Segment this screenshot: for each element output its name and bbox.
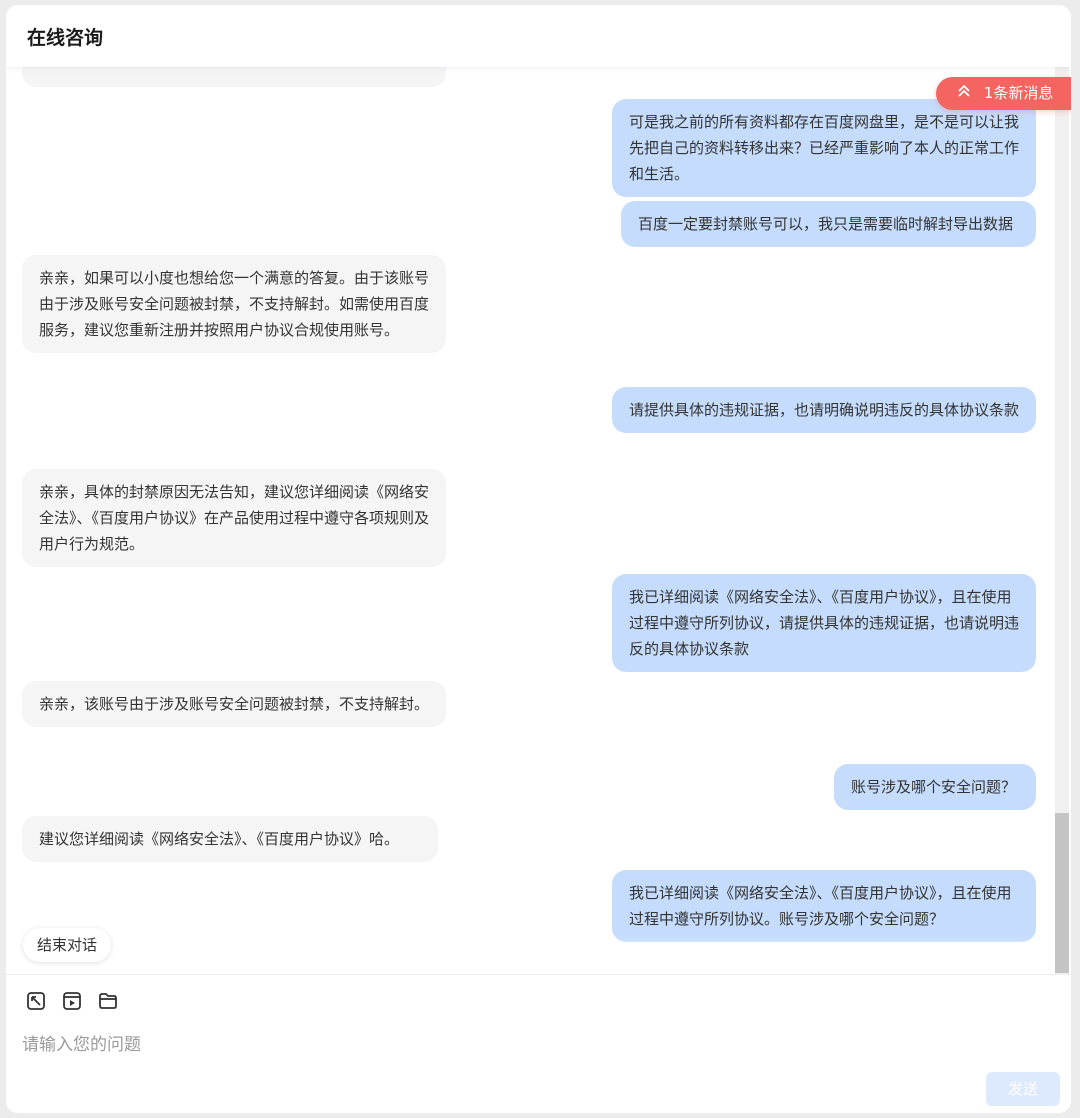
agent-message: 建议您详细阅读《网络安全法》、《百度用户协议》哈。 — [22, 816, 438, 862]
folder-icon[interactable] — [98, 991, 120, 1013]
video-icon[interactable] — [62, 991, 84, 1013]
agent-message: 亲亲，具体的封禁原因无法告知，建议您详细阅读《网络安全法》、《百度用户协议》在产… — [22, 469, 446, 567]
question-input[interactable] — [22, 1027, 1022, 1063]
new-message-label: 1条新消息 — [983, 84, 1054, 102]
header: 在线咨询 — [6, 5, 1071, 67]
chat-window: 在线咨询 号。 可是我之前的所有资料都存在百度网盘里，是不是可以让我先把自己的资… — [6, 5, 1071, 1113]
scrollbar[interactable] — [1055, 67, 1069, 975]
send-button[interactable]: 发送 — [986, 1072, 1060, 1106]
message-list[interactable]: 号。 可是我之前的所有资料都存在百度网盘里，是不是可以让我先把自己的资料转移出来… — [6, 67, 1071, 975]
user-message: 我已详细阅读《网络安全法》、《百度用户协议》，且在使用过程中遵守所列协议。账号涉… — [612, 870, 1036, 942]
screenshot-icon[interactable] — [26, 991, 48, 1013]
double-chevron-up-icon — [957, 77, 971, 110]
agent-message: 亲亲，如果可以小度也想给您一个满意的答复。由于该账号由于涉及账号安全问题被封禁，… — [22, 255, 446, 353]
scrollbar-thumb[interactable] — [1055, 813, 1069, 973]
end-chat-button[interactable]: 结束对话 — [23, 928, 112, 962]
page-title: 在线咨询 — [27, 27, 104, 49]
new-message-badge[interactable]: 1条新消息 — [936, 77, 1071, 110]
user-message: 百度一定要封禁账号可以，我只是需要临时解封导出数据 — [621, 201, 1036, 247]
user-message: 可是我之前的所有资料都存在百度网盘里，是不是可以让我先把自己的资料转移出来？已经… — [612, 99, 1036, 197]
divider — [6, 974, 1071, 975]
agent-message: 号。 — [22, 67, 446, 87]
user-message: 账号涉及哪个安全问题？ — [834, 764, 1036, 810]
agent-message: 亲亲，该账号由于涉及账号安全问题被封禁，不支持解封。 — [22, 681, 446, 727]
user-message: 请提供具体的违规证据，也请明确说明违反的具体协议条款 — [612, 387, 1036, 433]
user-message: 我已详细阅读《网络安全法》、《百度用户协议》，且在使用过程中遵守所列协议，请提供… — [612, 574, 1036, 672]
